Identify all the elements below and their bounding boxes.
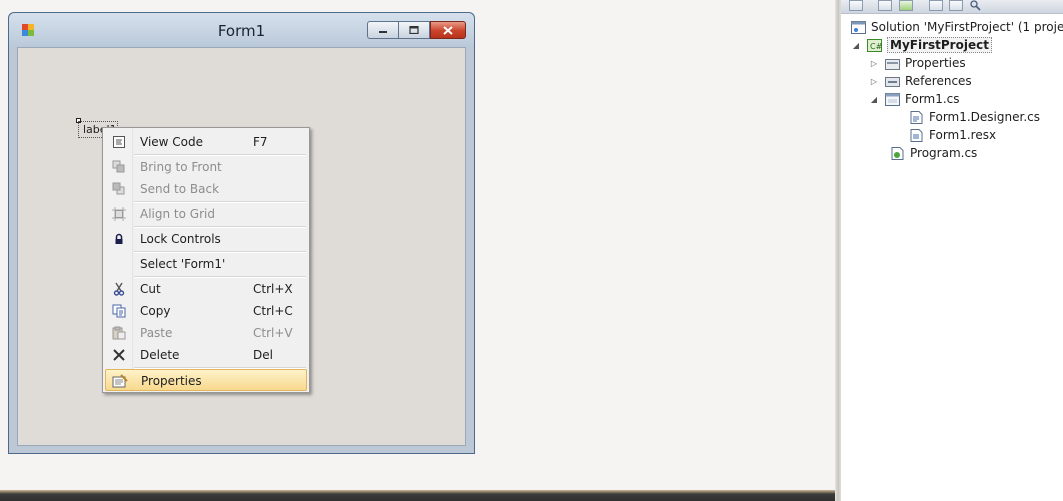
status-strip (0, 490, 838, 501)
menu-item-view-code[interactable]: View Code F7 (105, 131, 307, 153)
tree-item-solution[interactable]: Solution 'MyFirstProject' (1 project) (851, 18, 1063, 36)
menu-item-select-form1[interactable]: Select 'Form1' (105, 253, 307, 275)
cs-program-icon (891, 146, 904, 160)
tree-item-form1-designer-cs[interactable]: Form1.Designer.cs (909, 108, 1040, 126)
menu-item-align-to-grid[interactable]: Align to Grid (105, 203, 307, 225)
tree-item-project[interactable]: ◢ C# MyFirstProject (851, 36, 992, 54)
send-to-back-icon (111, 181, 127, 197)
menu-item-delete[interactable]: Delete Del (105, 344, 307, 366)
cut-icon (111, 281, 127, 297)
magnifier-icon (970, 0, 981, 11)
svg-text:C#: C# (870, 42, 882, 51)
tree-item-properties[interactable]: ▷ Properties (869, 54, 966, 72)
show-all-files-button[interactable] (878, 0, 892, 11)
tree-item-program-cs[interactable]: Program.cs (890, 144, 977, 162)
refresh-button[interactable] (899, 0, 913, 11)
view-code-toolbar-button[interactable] (929, 0, 943, 11)
menu-item-properties[interactable]: Properties (105, 369, 307, 391)
menu-item-lock-controls[interactable]: Lock Controls (105, 228, 307, 250)
expanded-arrow-icon[interactable]: ◢ (851, 41, 861, 50)
solution-explorer-toolbar (841, 0, 1063, 14)
maximize-icon (409, 26, 419, 34)
align-to-grid-icon (111, 206, 127, 222)
references-icon (885, 76, 900, 87)
menu-item-cut[interactable]: Cut Ctrl+X (105, 278, 307, 300)
resx-file-icon (910, 128, 923, 142)
copy-icon (111, 303, 127, 319)
form-file-icon (885, 92, 900, 106)
lock-icon (111, 231, 127, 247)
menu-item-send-to-back[interactable]: Send to Back (105, 178, 307, 200)
menu-item-copy[interactable]: Copy Ctrl+C (105, 300, 307, 322)
class-view-button[interactable] (969, 0, 983, 11)
collapsed-arrow-icon[interactable]: ▷ (869, 77, 879, 86)
menu-item-paste[interactable]: Paste Ctrl+V (105, 322, 307, 344)
tree-item-form1-resx[interactable]: Form1.resx (909, 126, 996, 144)
properties-icon (112, 373, 128, 389)
bring-to-front-icon (111, 159, 127, 175)
form-title-bar[interactable]: Form1 (9, 13, 474, 47)
form-designer-surface[interactable]: Form1 label1 View Code F7 Bring to Front… (0, 0, 838, 490)
csharp-project-icon: C# (867, 38, 882, 52)
cs-file-icon (910, 110, 923, 124)
solution-explorer-panel: Solution 'MyFirstProject' (1 project) ◢ … (841, 0, 1063, 501)
expanded-arrow-icon[interactable]: ◢ (869, 95, 879, 104)
context-menu: View Code F7 Bring to Front Send to Back… (102, 127, 310, 393)
properties-folder-icon (885, 58, 900, 70)
paste-icon (111, 325, 127, 341)
collapsed-arrow-icon[interactable]: ▷ (869, 59, 879, 68)
menu-item-bring-to-front[interactable]: Bring to Front (105, 156, 307, 178)
tree-item-form1-cs[interactable]: ◢ Form1.cs (869, 90, 960, 108)
minimize-icon (379, 31, 387, 33)
view-code-icon (111, 134, 127, 150)
close-icon (443, 25, 453, 35)
solution-icon (851, 20, 866, 34)
close-button[interactable] (430, 21, 466, 39)
properties-toolbar-button[interactable] (849, 0, 863, 11)
maximize-button[interactable] (399, 21, 430, 39)
tree-item-references[interactable]: ▷ References (869, 72, 972, 90)
view-designer-button[interactable] (949, 0, 963, 11)
delete-icon (111, 347, 127, 363)
minimize-button[interactable] (367, 21, 399, 39)
